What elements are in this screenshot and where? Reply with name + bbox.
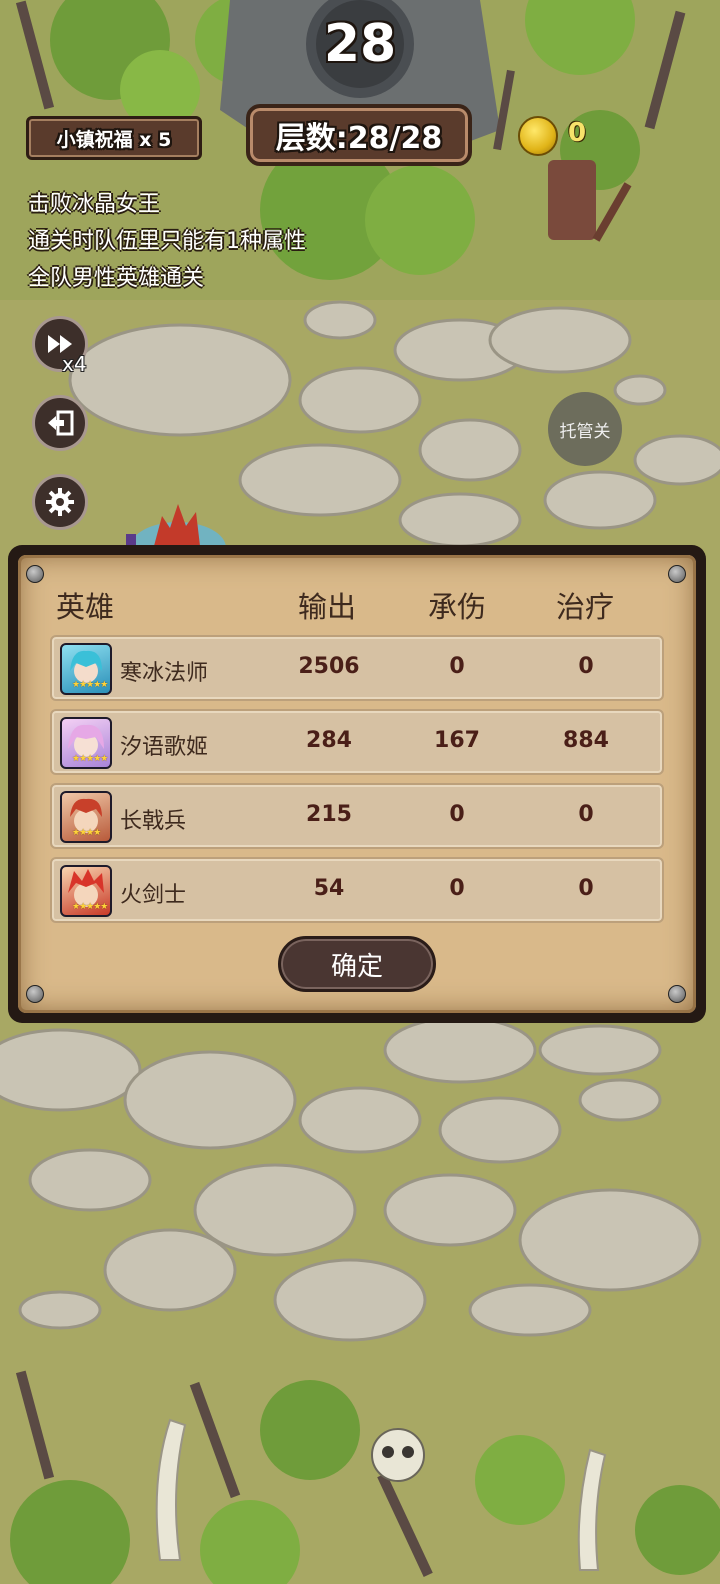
hero-name: 火剑士: [120, 883, 187, 908]
confirm-button[interactable]: 确定: [278, 936, 436, 992]
exit-icon: [48, 410, 74, 436]
header-hero: 英雄: [56, 590, 115, 624]
damage-taken-value: 0: [449, 654, 465, 679]
exit-battle-button[interactable]: [32, 395, 88, 451]
rivet: [668, 565, 686, 583]
speed-multiplier: x4: [62, 352, 87, 376]
gold-coin-icon: [518, 116, 558, 156]
settings-button[interactable]: [32, 474, 88, 530]
round-counter: 28: [323, 14, 397, 74]
healing-value: 0: [578, 802, 594, 827]
halberdier-portrait: ★★★★: [60, 791, 112, 843]
hero-stat-row: ★★★★★ 寒冰法师 2506 0 0: [50, 635, 664, 701]
output-value: 2506: [298, 654, 360, 679]
header-healing: 治疗: [556, 590, 615, 624]
header-output: 输出: [298, 590, 357, 624]
gear-icon: [46, 488, 74, 516]
header-damage-taken: 承伤: [428, 590, 487, 624]
hero-name: 汐语歌姬: [120, 735, 209, 760]
town-blessing-banner[interactable]: 小镇祝福 x 5: [26, 116, 202, 160]
objective-item: 通关时队伍里只能有1种属性: [28, 229, 306, 254]
objective-list: 击败冰晶女王 通关时队伍里只能有1种属性 全队男性英雄通关: [28, 186, 306, 297]
rivet: [26, 565, 44, 583]
output-value: 215: [306, 802, 352, 827]
output-value: 54: [313, 876, 345, 901]
healing-value: 0: [578, 654, 594, 679]
healing-value: 0: [578, 876, 594, 901]
hero-name: 寒冰法师: [120, 661, 209, 686]
damage-taken-value: 0: [449, 876, 465, 901]
ice-mage-portrait: ★★★★★: [60, 643, 112, 695]
rivet: [668, 985, 686, 1003]
hero-name: 长戟兵: [120, 809, 187, 834]
rivet: [26, 985, 44, 1003]
damage-taken-value: 167: [434, 728, 480, 753]
hero-stat-row: ★★★★★ 汐语歌姬 284 167 884: [50, 709, 664, 775]
hero-stat-row: ★★★★★ 火剑士 54 0 0: [50, 857, 664, 923]
healing-value: 884: [563, 728, 609, 753]
coin-count: 0: [568, 118, 587, 148]
fire-swordsman-portrait: ★★★★★: [60, 865, 112, 917]
output-value: 284: [306, 728, 352, 753]
floor-progress-banner: 层数:28/28: [246, 104, 472, 166]
objective-item: 全队男性英雄通关: [28, 266, 205, 291]
songstress-portrait: ★★★★★: [60, 717, 112, 769]
auto-battle-toggle[interactable]: 托管关: [548, 392, 622, 466]
damage-taken-value: 0: [449, 802, 465, 827]
objective-item: 击败冰晶女王: [28, 192, 161, 217]
hero-stat-row: ★★★★ 长戟兵 215 0 0: [50, 783, 664, 849]
